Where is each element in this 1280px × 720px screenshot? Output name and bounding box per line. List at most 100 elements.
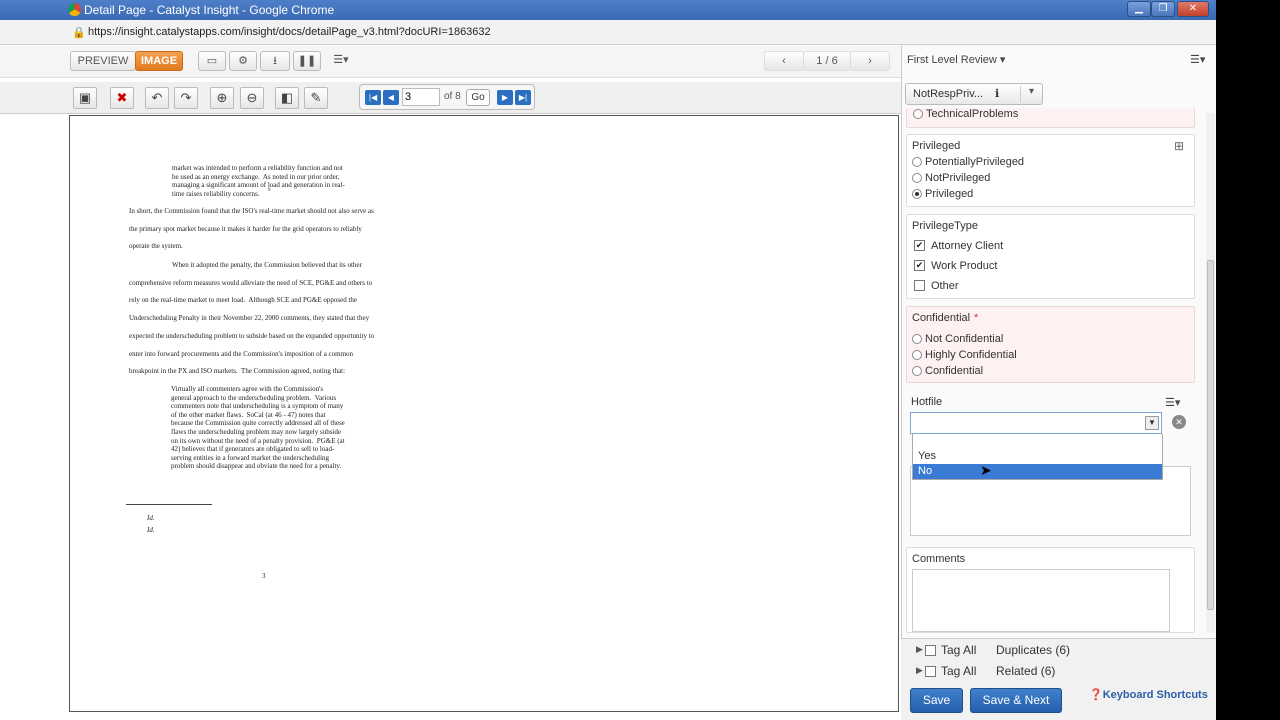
save-icon[interactable]: ▣: [73, 87, 97, 109]
chevron-down-icon[interactable]: ▼: [1145, 416, 1159, 430]
privileged-label: Privileged: [912, 140, 961, 152]
url-text[interactable]: https://insight.catalystapps.com/insight…: [88, 26, 491, 38]
paragraph-1-line-1: In short, the Commission found that the …: [129, 207, 374, 215]
screen-edge: [1216, 0, 1280, 720]
download-icon[interactable]: ⭳: [260, 51, 290, 71]
tag-all-related-checkbox[interactable]: [925, 666, 936, 677]
zoom-out-icon[interactable]: ⊖: [240, 87, 264, 109]
footnote-1: Id.: [147, 514, 155, 522]
privileged-radio[interactable]: [912, 189, 922, 199]
next-page-button[interactable]: ▶: [497, 90, 513, 105]
go-button[interactable]: Go: [466, 89, 490, 106]
review-footer: ▶ Tag All Duplicates (6) ▶ Tag All Relat…: [901, 638, 1216, 720]
preview-button[interactable]: PREVIEW: [70, 51, 136, 71]
folder-icon[interactable]: ▭: [198, 51, 226, 71]
hotfile-menu-icon[interactable]: ☰▾: [1165, 396, 1180, 409]
paragraph-2-line-2: comprehensive reform measures would alle…: [129, 279, 373, 287]
confidential-card: Confidential * Not Confidential Highly C…: [906, 306, 1195, 383]
image-button[interactable]: IMAGE: [135, 51, 183, 71]
share-icon[interactable]: ⚙: [229, 51, 257, 71]
panel-scroll-thumb[interactable]: [1207, 260, 1214, 610]
paragraph-2-line-3: rely on the real-time market to meet loa…: [129, 296, 358, 304]
expand-icon[interactable]: ▶: [916, 665, 923, 676]
prev-page-button[interactable]: ◀: [383, 90, 399, 105]
paragraph-2-line-5: expected the underscheduling problem to …: [129, 332, 375, 340]
coding-layout-select[interactable]: NotRespPriv... ℹ ▾: [905, 83, 1043, 105]
pause-icon[interactable]: ❚❚: [293, 51, 321, 71]
image-toolbar: ▣ ✖ ↶ ↷ ⊕ ⊖ ◧ ✎ |◀ ◀ of 8 Go ▶ ▶|: [0, 82, 901, 114]
hotfile-label: Hotfile: [911, 396, 943, 408]
chevron-down-icon[interactable]: ▾: [1020, 86, 1034, 102]
privilege-type-label: PrivilegeType: [912, 220, 979, 232]
paragraph-2-line-4: Underscheduling Penalty in their Novembe…: [129, 314, 370, 322]
comments-textarea[interactable]: [912, 569, 1170, 632]
comments-label: Comments: [912, 553, 966, 565]
technical-card: TechnicalProblems: [906, 108, 1195, 128]
other-checkbox[interactable]: [914, 280, 925, 291]
dropdown-option-no[interactable]: No: [913, 464, 1162, 479]
minimize-button[interactable]: ▁: [1127, 1, 1151, 17]
potentially-privileged-radio[interactable]: [912, 157, 922, 167]
attorney-client-checkbox[interactable]: ✔: [914, 240, 925, 251]
keyboard-shortcuts-label: Keyboard Shortcuts: [1102, 689, 1208, 701]
work-product-checkbox[interactable]: ✔: [914, 260, 925, 271]
info-icon[interactable]: ℹ: [995, 87, 999, 100]
not-privileged-label: NotPrivileged: [925, 172, 991, 184]
paragraph-1-line-3: operate the system.: [129, 242, 183, 250]
footnote-rule: [126, 504, 212, 505]
rotate-right-icon[interactable]: ↷: [174, 87, 198, 109]
page-number-input[interactable]: [402, 88, 440, 106]
other-label: Other: [931, 280, 959, 292]
save-button[interactable]: Save: [910, 688, 963, 713]
confidential-radio[interactable]: [912, 366, 922, 376]
page-count-label: of 8: [444, 91, 461, 102]
fit-page-icon[interactable]: ◧: [275, 87, 299, 109]
hotfile-select[interactable]: ▼: [910, 412, 1162, 434]
quote-block-1: market was intended to perform a reliabi…: [172, 164, 345, 198]
tag-all-duplicates-checkbox[interactable]: [925, 645, 936, 656]
related-label[interactable]: Related (6): [996, 664, 1055, 678]
review-header[interactable]: First Level Review ▾: [907, 53, 1005, 66]
cancel-icon[interactable]: ✖: [110, 87, 134, 109]
panel-menu-icon[interactable]: ☰▾: [1190, 53, 1205, 66]
paragraph-1-line-2: the primary spot market because it makes…: [129, 225, 362, 233]
last-page-button[interactable]: ▶|: [515, 90, 531, 105]
tag-all-label: Tag All: [941, 664, 977, 678]
dropdown-option-yes[interactable]: Yes: [913, 448, 1162, 464]
coding-layout-value: NotRespPriv...: [913, 88, 984, 100]
privilege-type-card: PrivilegeType ✔ Attorney Client ✔ Work P…: [906, 214, 1195, 299]
rotate-left-icon[interactable]: ↶: [145, 87, 169, 109]
hierarchy-icon[interactable]: ⊞: [1174, 139, 1184, 153]
expand-icon[interactable]: ▶: [916, 644, 923, 655]
duplicates-label[interactable]: Duplicates (6): [996, 643, 1070, 657]
keyboard-shortcuts-link[interactable]: ❓Keyboard Shortcuts: [1089, 688, 1208, 701]
prev-doc-button[interactable]: ‹: [764, 51, 804, 71]
first-page-button[interactable]: |◀: [365, 90, 381, 105]
maximize-button[interactable]: ❐: [1151, 1, 1175, 17]
footnote-marker: 9: [268, 188, 271, 193]
footnote-2: Id.: [147, 526, 155, 534]
address-bar[interactable]: 🔒 https://insight.catalystapps.com/insig…: [0, 20, 1216, 45]
page-navigator: |◀ ◀ of 8 Go ▶ ▶|: [359, 84, 535, 110]
doc-page-indicator: 1 / 6: [803, 51, 851, 71]
not-confidential-radio[interactable]: [912, 334, 922, 344]
annotate-icon[interactable]: ✎: [304, 87, 328, 109]
clear-icon[interactable]: ✕: [1172, 415, 1186, 429]
required-marker: *: [974, 312, 979, 324]
privileged-option-label: Privileged: [925, 188, 974, 200]
menu-icon[interactable]: ☰▾: [327, 51, 355, 71]
highly-confidential-radio[interactable]: [912, 350, 922, 360]
zoom-in-icon[interactable]: ⊕: [210, 87, 234, 109]
not-confidential-label: Not Confidential: [925, 333, 1004, 345]
save-next-button[interactable]: Save & Next: [970, 688, 1062, 713]
privileged-card: Privileged ⊞ PotentiallyPrivileged NotPr…: [906, 134, 1195, 207]
technical-radio[interactable]: [913, 109, 923, 119]
next-doc-button[interactable]: ›: [850, 51, 890, 71]
paragraph-2-line-1: When it adopted the penalty, the Commiss…: [172, 261, 362, 269]
cursor-icon: ➤: [980, 462, 992, 478]
close-window-button[interactable]: ✕: [1177, 1, 1209, 17]
not-privileged-radio[interactable]: [912, 173, 922, 183]
lock-icon: 🔒: [72, 27, 86, 39]
page-number: 3: [262, 572, 266, 580]
hotfile-dropdown-list: Yes No: [912, 434, 1163, 480]
